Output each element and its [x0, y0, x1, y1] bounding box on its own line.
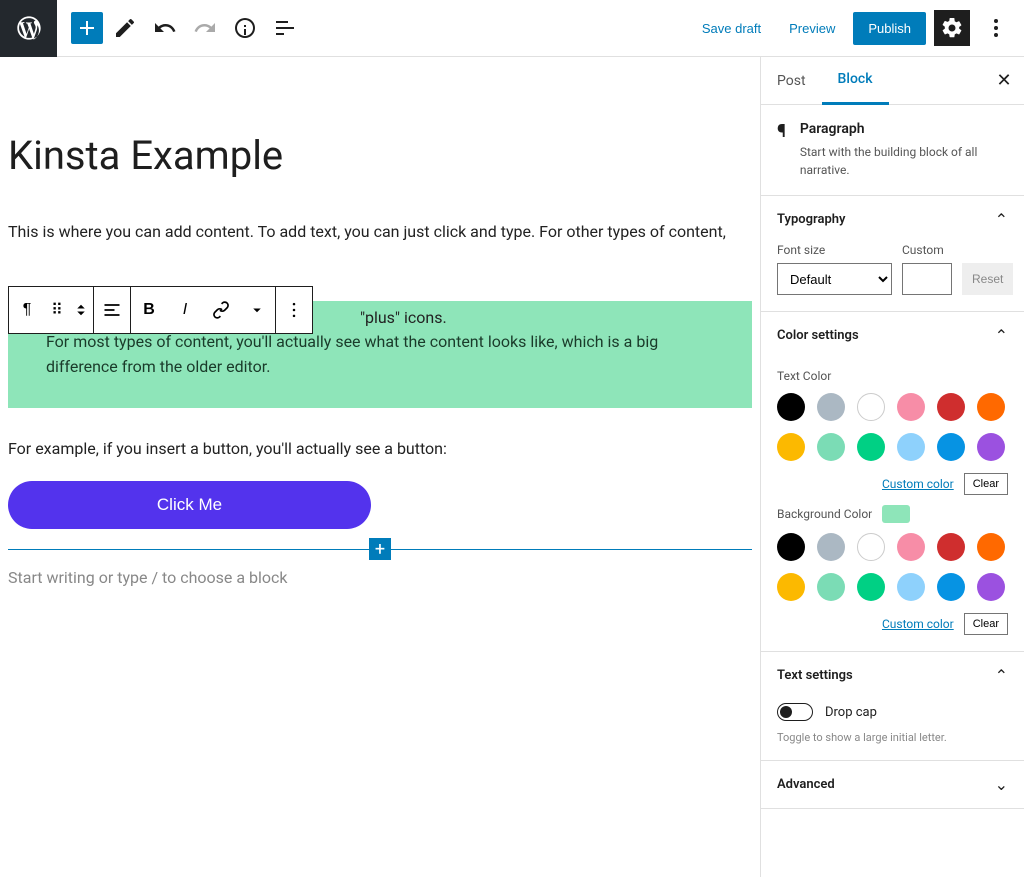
color-swatch[interactable]: [977, 433, 1005, 461]
sidebar: Post Block ✕ ¶ Paragraph Start with the …: [760, 57, 1024, 877]
color-header[interactable]: Color settings ⌃: [761, 312, 1024, 359]
color-swatch[interactable]: [937, 573, 965, 601]
color-swatch[interactable]: [817, 393, 845, 421]
color-swatch[interactable]: [777, 393, 805, 421]
empty-block-placeholder[interactable]: Start writing or type / to choose a bloc…: [8, 568, 752, 587]
save-draft-button[interactable]: Save draft: [692, 13, 771, 44]
add-block-inline-button[interactable]: +: [369, 538, 391, 560]
color-swatch[interactable]: [817, 433, 845, 461]
block-toolbar: ¶ ⠿ B I: [8, 286, 313, 334]
chevron-up-icon: ⌃: [995, 666, 1008, 685]
chevron-up-icon: ⌃: [995, 326, 1008, 345]
custom-bg-color-link[interactable]: Custom color: [882, 617, 954, 631]
color-swatch[interactable]: [897, 433, 925, 461]
block-type-icon[interactable]: ¶: [9, 287, 45, 333]
edit-mode-button[interactable]: [107, 10, 143, 46]
add-block-button[interactable]: [71, 12, 103, 44]
color-swatch[interactable]: [977, 573, 1005, 601]
color-panel: Color settings ⌃ Text Color Custom color…: [761, 312, 1024, 652]
text-settings-panel: Text settings ⌃ Drop cap Toggle to show …: [761, 652, 1024, 761]
color-swatch[interactable]: [817, 533, 845, 561]
tab-block[interactable]: Block: [822, 57, 889, 105]
preview-button[interactable]: Preview: [779, 13, 845, 44]
color-swatch[interactable]: [857, 573, 885, 601]
reset-button[interactable]: Reset: [962, 263, 1013, 295]
text-settings-header[interactable]: Text settings ⌃: [761, 652, 1024, 699]
paragraph-1-tail: "plus" icons.: [360, 305, 447, 331]
toolbar-right: Save draft Preview Publish: [692, 10, 1024, 46]
text-color-swatches: [777, 393, 1008, 461]
close-sidebar-button[interactable]: ✕: [984, 70, 1024, 91]
block-info: ¶ Paragraph Start with the building bloc…: [761, 105, 1024, 196]
post-title[interactable]: Kinsta Example: [8, 132, 752, 179]
drop-cap-toggle[interactable]: [777, 703, 813, 721]
link-button[interactable]: [203, 287, 239, 333]
italic-button[interactable]: I: [167, 287, 203, 333]
advanced-panel: Advanced ⌄: [761, 761, 1024, 809]
color-swatch[interactable]: [937, 433, 965, 461]
main: Kinsta Example This is where you can add…: [0, 57, 1024, 877]
drop-cap-help: Toggle to show a large initial letter.: [777, 731, 1008, 744]
clear-bg-color-button[interactable]: Clear: [964, 613, 1008, 635]
color-swatch[interactable]: [777, 573, 805, 601]
color-swatch[interactable]: [857, 393, 885, 421]
topbar: Save draft Preview Publish: [0, 0, 1024, 57]
color-swatch[interactable]: [977, 533, 1005, 561]
color-swatch[interactable]: [777, 433, 805, 461]
color-swatch[interactable]: [857, 433, 885, 461]
custom-font-size-input[interactable]: [902, 263, 952, 295]
wordpress-logo[interactable]: [0, 0, 57, 57]
block-info-title: Paragraph: [800, 121, 1008, 137]
more-format-button[interactable]: [239, 287, 275, 333]
publish-button[interactable]: Publish: [853, 12, 926, 45]
tab-post[interactable]: Post: [761, 57, 822, 105]
bg-color-label: Background Color: [777, 505, 1008, 523]
chevron-up-icon: ⌃: [995, 210, 1008, 229]
color-swatch[interactable]: [897, 393, 925, 421]
drop-cap-label: Drop cap: [825, 705, 877, 720]
info-button[interactable]: [227, 10, 263, 46]
button-block[interactable]: Click Me: [8, 481, 371, 529]
advanced-header[interactable]: Advanced ⌄: [761, 761, 1024, 808]
move-updown-icon[interactable]: [69, 287, 93, 333]
bg-color-indicator: [882, 505, 910, 523]
custom-text-color-link[interactable]: Custom color: [882, 477, 954, 491]
paragraph-2[interactable]: For example, if you insert a button, you…: [8, 436, 752, 462]
block-info-desc: Start with the building block of all nar…: [800, 143, 1008, 179]
bg-color-swatches: [777, 533, 1008, 601]
redo-button[interactable]: [187, 10, 223, 46]
custom-label: Custom: [902, 243, 952, 257]
text-color-label: Text Color: [777, 369, 1008, 383]
block-appender-line: +: [8, 549, 752, 550]
color-swatch[interactable]: [777, 533, 805, 561]
paragraph-icon: ¶: [777, 121, 786, 179]
block-more-button[interactable]: [276, 287, 312, 333]
outline-button[interactable]: [267, 10, 303, 46]
chevron-down-icon: ⌄: [995, 775, 1008, 794]
color-swatch[interactable]: [937, 533, 965, 561]
color-swatch[interactable]: [937, 393, 965, 421]
drag-handle-icon[interactable]: ⠿: [45, 287, 69, 333]
font-size-select[interactable]: Default: [777, 263, 892, 295]
settings-button[interactable]: [934, 10, 970, 46]
color-swatch[interactable]: [897, 533, 925, 561]
color-swatch[interactable]: [977, 393, 1005, 421]
typography-panel: Typography ⌃ Font size Default Custom Re…: [761, 196, 1024, 312]
clear-text-color-button[interactable]: Clear: [964, 473, 1008, 495]
color-swatch[interactable]: [817, 573, 845, 601]
editor-canvas: Kinsta Example This is where you can add…: [0, 57, 760, 877]
more-button[interactable]: [978, 10, 1014, 46]
color-swatch[interactable]: [857, 533, 885, 561]
color-swatch[interactable]: [897, 573, 925, 601]
sidebar-tabs: Post Block ✕: [761, 57, 1024, 105]
font-size-label: Font size: [777, 243, 892, 257]
paragraph-1[interactable]: This is where you can add content. To ad…: [8, 219, 752, 245]
bold-button[interactable]: B: [131, 287, 167, 333]
align-button[interactable]: [94, 287, 130, 333]
toolbar-left: [57, 10, 303, 46]
typography-header[interactable]: Typography ⌃: [761, 196, 1024, 243]
undo-button[interactable]: [147, 10, 183, 46]
